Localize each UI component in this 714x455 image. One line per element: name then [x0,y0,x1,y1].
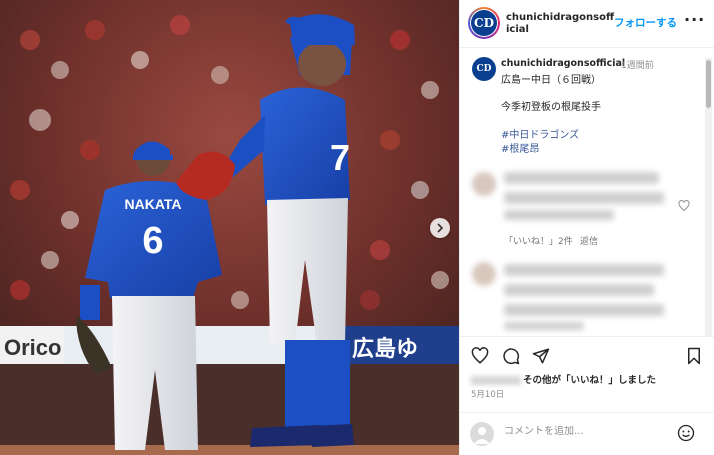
post-photo: Orico 広島ゆ NAKATA 6 7 [0,0,459,455]
post-side-panel: CD chunichidragonsofficial フォローする ··· CD… [459,0,714,455]
blurred-liker [471,376,521,385]
chevron-right-icon [437,223,444,233]
comment-input[interactable] [504,426,664,437]
blurred-comment-text [504,264,664,276]
heart-icon[interactable] [471,347,489,365]
reply-button[interactable]: 返信 [580,234,598,247]
svg-text:7: 7 [330,137,350,178]
blurred-comment-text [504,192,664,204]
user-placeholder-icon [474,427,490,444]
scrollbar-thumb[interactable] [706,60,711,108]
paper-plane-icon[interactable] [532,347,550,365]
ad-sign-left: Orico [4,335,61,360]
action-bar [460,336,714,372]
dragons-logo-icon: CD [472,57,496,81]
likes-text: その他が「いいね！」しました [523,375,657,386]
blurred-comment-text [504,284,654,296]
ad-sign-right: 広島ゆ [352,336,418,362]
more-options-icon[interactable]: ··· [684,10,705,29]
follow-button[interactable]: フォローする [614,15,677,30]
baseball-photo: Orico 広島ゆ NAKATA 6 7 [0,0,459,455]
comment-icon[interactable] [502,347,520,365]
heart-icon[interactable] [678,200,690,212]
post-date[interactable]: 5月10日 [471,388,504,400]
user-avatar [470,422,494,446]
back-number: 6 [142,220,163,262]
likes-summary[interactable]: その他が「いいね！」しました [471,372,656,386]
account-username[interactable]: chunichidragonsofficial [506,12,616,36]
blurred-comment-text [504,304,664,316]
caption-username[interactable]: chunichidragonsofficial [501,58,625,69]
hashtag-link[interactable]: #中日ドラゴンズ [501,126,579,141]
account-avatar[interactable]: CD [468,7,500,39]
blurred-comment-text [504,210,614,220]
back-name: NAKATA [124,196,181,212]
caption-line-1: 広島ー中日（６回戦） [501,75,601,86]
hashtag-link[interactable]: #根尾昂 [501,140,539,155]
caption-line-2: 今季初登板の根尾投手 [501,102,601,113]
smiley-icon[interactable] [677,424,695,442]
blurred-comment-text [504,172,659,184]
commenter-avatar[interactable] [472,262,496,286]
post-header: CD chunichidragonsofficial フォローする ··· [460,0,714,48]
blurred-comment-text [504,322,584,330]
comment-bar [460,412,714,455]
dragons-logo-icon: CD [471,10,497,36]
caption-avatar[interactable]: CD [472,57,496,81]
bookmark-icon[interactable] [686,347,702,365]
next-photo-button[interactable] [430,218,450,238]
commenter-avatar[interactable] [472,172,496,196]
caption-time: 1週間前 [621,61,654,71]
comment-likes[interactable]: 「いいね！」2件 [504,234,573,247]
